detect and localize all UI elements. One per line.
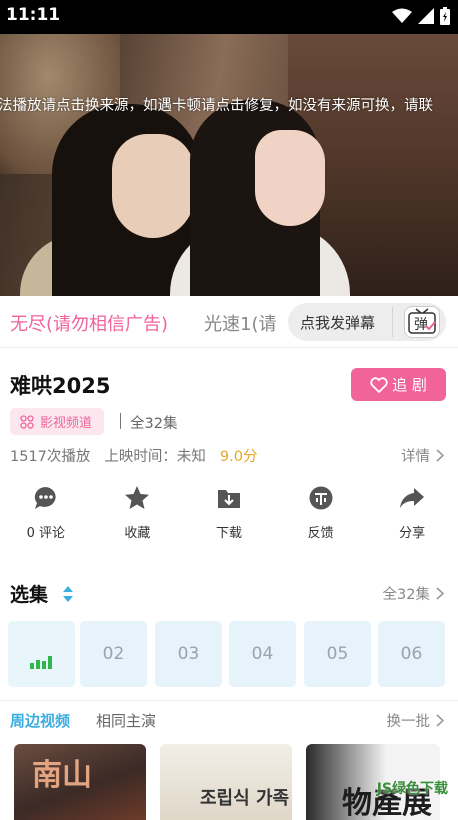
danmu-tv-icon: 弹 xyxy=(408,308,436,334)
follow-label: 追 剧 xyxy=(392,376,427,394)
episode-list: 02 03 04 05 06 xyxy=(8,621,448,687)
refresh-batch-link[interactable]: 换一批 xyxy=(387,710,444,731)
play-count: 1517次播放 xyxy=(10,449,91,465)
all-episodes-link[interactable]: 全32集 xyxy=(383,583,444,604)
watermark: JS绿色下载 xyxy=(376,781,448,797)
source-tabs: 无尽(请勿相信广告) 光速1(请 点我发弹幕 弹 xyxy=(0,296,458,348)
danmu-prompt[interactable]: 点我发弹幕 xyxy=(300,312,375,333)
meta-row: 1517次播放 上映时间：未知 9.0分 xyxy=(10,445,257,466)
share-icon xyxy=(400,488,425,508)
recommend-thumbnail[interactable]: 南山 xyxy=(14,744,146,820)
svg-text:弹: 弹 xyxy=(414,317,428,333)
follow-button[interactable]: 追 剧 xyxy=(351,368,446,401)
source-tab-other[interactable]: 光速1(请 xyxy=(204,310,276,336)
episodes-total: 全32集 xyxy=(130,416,178,432)
danmu-input-pill[interactable]: 点我发弹幕 弹 xyxy=(288,303,446,341)
episode-item[interactable]: 02 xyxy=(80,621,147,687)
recommend-thumbnail[interactable]: 조립식 가족 xyxy=(160,744,292,820)
details-link[interactable]: 详情 xyxy=(401,445,444,466)
channel-tag[interactable]: 影视频道 xyxy=(10,408,105,435)
status-icons xyxy=(392,7,450,25)
tab-same-cast[interactable]: 相同主演 xyxy=(96,710,156,731)
chevron-right-icon xyxy=(436,449,444,462)
signal-icon xyxy=(418,8,434,24)
danmu-toggle-button[interactable]: 弹 xyxy=(404,306,440,338)
chevron-right-icon xyxy=(436,587,444,600)
wifi-icon xyxy=(392,8,412,23)
video-scrolling-notice: 法播放请点击换来源，如遇卡顿请点击修复，如没有来源可换，请联 xyxy=(0,98,433,114)
show-title: 难哄2025 xyxy=(10,374,111,398)
episode-playing[interactable] xyxy=(8,621,75,687)
star-icon xyxy=(125,486,150,509)
episode-item[interactable]: 03 xyxy=(155,621,222,687)
action-bar: 0 评论 收藏 下载 反馈 分享 xyxy=(0,484,458,546)
release-date: 上映时间：未知 xyxy=(104,449,206,465)
chevron-right-icon xyxy=(436,714,444,727)
source-tab-active[interactable]: 无尽(请勿相信广告) xyxy=(10,310,168,336)
video-player[interactable]: 法播放请点击换来源，如遇卡顿请点击修复，如没有来源可换，请联 xyxy=(0,34,458,296)
channel-tag-label: 影视频道 xyxy=(40,416,93,431)
status-bar: 11:11 xyxy=(0,0,458,34)
episode-item[interactable]: 06 xyxy=(378,621,445,687)
download-button[interactable]: 下载 xyxy=(183,484,275,546)
status-time: 11:11 xyxy=(6,5,61,25)
battery-icon xyxy=(440,7,450,25)
comment-icon xyxy=(34,486,56,509)
comment-button[interactable]: 0 评论 xyxy=(0,484,92,546)
grid-icon xyxy=(20,414,34,429)
feedback-button[interactable]: 反馈 xyxy=(275,484,367,546)
tab-related-videos[interactable]: 周边视频 xyxy=(10,710,70,731)
download-icon xyxy=(217,490,240,508)
now-playing-icon xyxy=(29,656,52,669)
favorite-button[interactable]: 收藏 xyxy=(92,484,184,546)
share-button[interactable]: 分享 xyxy=(366,484,458,546)
episode-item[interactable]: 04 xyxy=(229,621,296,687)
episode-section-title: 选集 xyxy=(10,584,49,606)
score: 9.0分 xyxy=(219,449,258,465)
heart-icon xyxy=(370,376,388,393)
episode-item[interactable]: 05 xyxy=(304,621,371,687)
feedback-icon xyxy=(309,486,333,510)
sort-icon[interactable] xyxy=(62,585,74,603)
